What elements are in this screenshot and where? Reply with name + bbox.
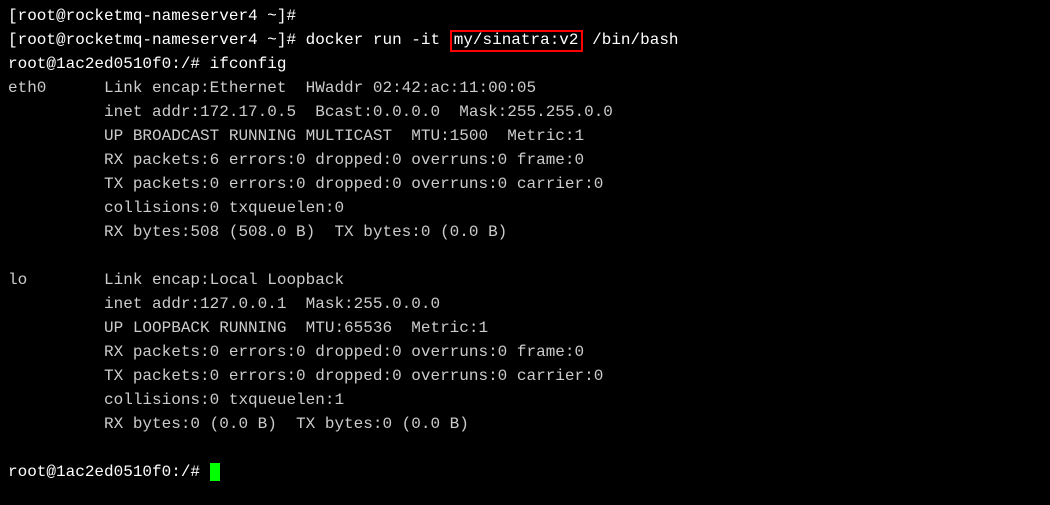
ifconfig-lo-line5: TX packets:0 errors:0 dropped:0 overruns… [8, 367, 603, 385]
highlighted-image-tag: my/sinatra:v2 [450, 30, 583, 52]
container-prompt-2: root@1ac2ed0510f0:/# [8, 463, 210, 481]
terminal-output[interactable]: [root@rocketmq-nameserver4 ~]# [root@roc… [8, 4, 1042, 484]
ifconfig-eth0-line3: UP BROADCAST RUNNING MULTICAST MTU:1500 … [8, 127, 584, 145]
container-prompt-1: root@1ac2ed0510f0:/# [8, 55, 210, 73]
ifconfig-lo-line6: collisions:0 txqueuelen:1 [8, 391, 344, 409]
docker-cmd-pre: docker run -it [306, 31, 450, 49]
shell-prompt-2: [root@rocketmq-nameserver4 ~]# [8, 31, 306, 49]
ifconfig-eth0-line1: eth0 Link encap:Ethernet HWaddr 02:42:ac… [8, 79, 536, 97]
cursor-icon [210, 463, 220, 481]
ifconfig-lo-line4: RX packets:0 errors:0 dropped:0 overruns… [8, 343, 584, 361]
ifconfig-lo-line7: RX bytes:0 (0.0 B) TX bytes:0 (0.0 B) [8, 415, 469, 433]
ifconfig-lo-line3: UP LOOPBACK RUNNING MTU:65536 Metric:1 [8, 319, 488, 337]
ifconfig-lo-line1: lo Link encap:Local Loopback [8, 271, 344, 289]
ifconfig-eth0-line4: RX packets:6 errors:0 dropped:0 overruns… [8, 151, 584, 169]
ifconfig-eth0-line2: inet addr:172.17.0.5 Bcast:0.0.0.0 Mask:… [8, 103, 613, 121]
docker-cmd-post: /bin/bash [583, 31, 679, 49]
ifconfig-eth0-line5: TX packets:0 errors:0 dropped:0 overruns… [8, 175, 603, 193]
ifconfig-eth0-line6: collisions:0 txqueuelen:0 [8, 199, 344, 217]
ifconfig-lo-line2: inet addr:127.0.0.1 Mask:255.0.0.0 [8, 295, 440, 313]
shell-prompt-1: [root@rocketmq-nameserver4 ~]# [8, 7, 296, 25]
ifconfig-eth0-line7: RX bytes:508 (508.0 B) TX bytes:0 (0.0 B… [8, 223, 507, 241]
ifconfig-cmd: ifconfig [210, 55, 287, 73]
